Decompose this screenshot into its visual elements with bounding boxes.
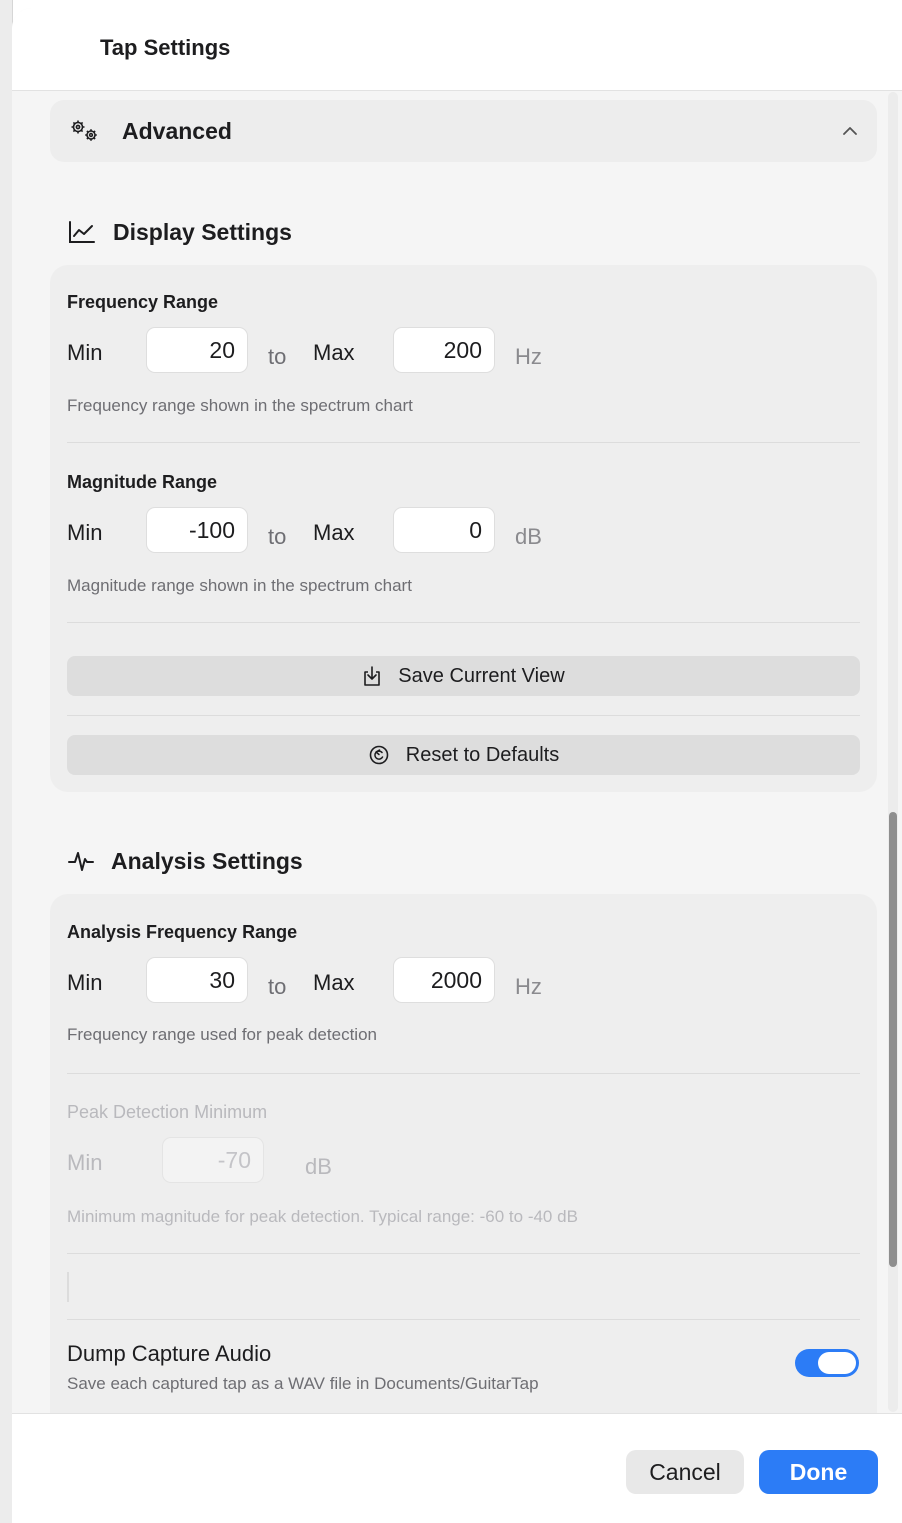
sheet-footer: Cancel Done [12,1413,902,1523]
reset-icon [369,745,389,765]
analysis-frequency-hint: Frequency range used for peak detection [67,1025,377,1044]
scrollbar-thumb[interactable] [889,812,897,1267]
frequency-unit: Hz [515,344,542,369]
advanced-disclosure[interactable]: Advanced [50,100,877,162]
analysis-unit: Hz [515,974,542,999]
analysis-max-label: Max [313,970,355,995]
magnitude-to-label: to [268,524,287,549]
save-current-view-button[interactable]: Save Current View [67,656,860,696]
magnitude-range-label: Magnitude Range [67,472,218,492]
reset-to-defaults-button[interactable]: Reset to Defaults [67,735,860,775]
dump-capture-toggle[interactable] [795,1349,859,1377]
save-download-icon [364,666,381,686]
sheet-header: Tap Settings [12,8,902,91]
dump-capture-description: Save each captured tap as a WAV file in … [67,1374,539,1393]
settings-sheet: Tap Settings Advanced Display Settings F… [12,8,902,1523]
empty-slider-placeholder [67,1272,69,1302]
analysis-settings-title: Analysis Settings [111,848,303,874]
peak-min-field[interactable]: -70 [163,1138,263,1182]
analysis-frequency-range-label: Analysis Frequency Range [67,922,298,942]
magnitude-range-hint: Magnitude range shown in the spectrum ch… [67,576,412,595]
peak-unit: dB [305,1154,332,1179]
save-current-view-label: Save Current View [398,664,565,687]
analysis-settings-card: Analysis Frequency Range Min 30 to Max 2… [50,894,877,1413]
analysis-min-field[interactable]: 30 [147,958,247,1002]
peak-detection-hint: Minimum magnitude for peak detection. Ty… [67,1207,578,1226]
display-settings-title: Display Settings [113,219,292,245]
magnitude-min-field[interactable]: -100 [147,508,247,552]
divider [67,622,860,623]
magnitude-max-field[interactable]: 0 [394,508,494,552]
divider [67,1253,860,1254]
frequency-max-label: Max [313,340,355,365]
gears-icon [71,120,97,141]
divider [67,715,860,716]
done-button[interactable]: Done [759,1450,878,1494]
frequency-range-hint: Frequency range shown in the spectrum ch… [67,396,413,415]
frequency-min-field[interactable]: 20 [147,328,247,372]
peak-detection-label: Peak Detection Minimum [67,1102,268,1122]
cancel-button[interactable]: Cancel [626,1450,744,1494]
magnitude-min-label: Min [67,520,103,545]
analysis-to-label: to [268,974,287,999]
peak-min-label: Min [67,1150,103,1175]
divider [67,442,860,443]
advanced-label: Advanced [122,118,232,144]
scrollbar[interactable] [888,92,898,1412]
display-settings-card: Frequency Range Min 20 to Max 200 Hz Fre… [50,265,877,792]
magnitude-unit: dB [515,524,542,549]
magnitude-max-label: Max [313,520,355,545]
sheet-title: Tap Settings [100,35,231,60]
analysis-max-field[interactable]: 2000 [394,958,494,1002]
analysis-min-label: Min [67,970,103,995]
reset-to-defaults-label: Reset to Defaults [405,743,560,766]
divider [67,1073,860,1074]
frequency-range-label: Frequency Range [67,292,219,312]
frequency-max-field[interactable]: 200 [394,328,494,372]
frequency-min-label: Min [67,340,103,365]
frequency-to-label: to [268,344,287,369]
toggle-knob [818,1352,856,1374]
chart-line-icon [69,221,95,243]
dump-capture-label: Dump Capture Audio [67,1341,272,1366]
divider [67,1319,860,1320]
waveform-icon [68,852,94,871]
chevron-up-icon[interactable] [841,122,859,140]
